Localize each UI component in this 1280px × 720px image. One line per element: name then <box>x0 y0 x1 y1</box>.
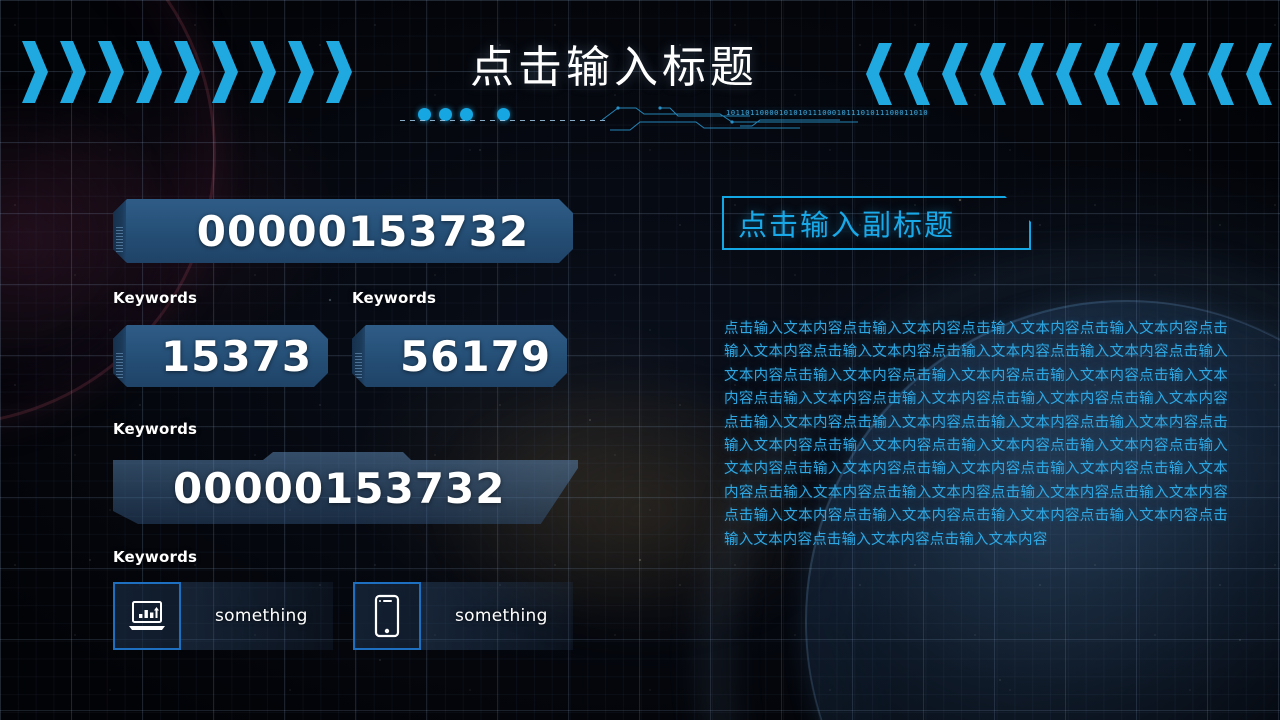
stat-box-wide[interactable]: 00000153732 <box>113 452 578 524</box>
chevron-left-icon <box>904 43 930 105</box>
slide-canvas: 点击输入标题 101101100001010101110001011101011… <box>0 0 1280 720</box>
chevron-right-icon <box>212 41 238 103</box>
subtitle-box[interactable]: 点击输入副标题 <box>722 196 1031 250</box>
stat-box-2[interactable]: 56179 <box>352 325 567 387</box>
smartphone-icon-box <box>353 582 421 650</box>
chevron-left-icon <box>1208 43 1234 105</box>
chevron-right-icon <box>326 41 352 103</box>
chevron-group-right <box>866 43 1280 105</box>
chevron-right-icon <box>98 41 124 103</box>
body-paragraph: 点击输入文本内容点击输入文本内容点击输入文本内容点击输入文本内容点击输入文本内容… <box>724 321 1228 548</box>
stat-box-primary[interactable]: 00000153732 <box>113 199 573 263</box>
binary-strip: 1011011000010101011100010111010111000110… <box>726 109 929 117</box>
stat-label-2: Keywords <box>352 289 437 307</box>
chevron-left-icon <box>866 43 892 105</box>
deco-dashed-line <box>400 120 605 121</box>
subtitle-inner: 点击输入副标题 <box>724 198 1029 248</box>
chevron-group-left <box>22 41 364 103</box>
chevron-right-icon <box>60 41 86 103</box>
chevron-left-icon <box>1094 43 1120 105</box>
chevron-left-icon <box>980 43 1006 105</box>
icon-item-label: something <box>215 606 308 626</box>
smartphone-icon <box>374 594 400 638</box>
page-title: 点击输入标题 <box>470 42 758 93</box>
stat-value-1: 15373 <box>160 331 313 381</box>
subtitle-text: 点击输入副标题 <box>738 208 956 242</box>
box-ribs <box>355 353 362 379</box>
stat-label-wide: Keywords <box>113 420 198 438</box>
chevron-left-icon <box>942 43 968 105</box>
chevron-right-icon <box>288 41 314 103</box>
chevron-right-icon <box>136 41 162 103</box>
laptop-chart-icon <box>129 601 165 630</box>
icon-item-label: something <box>455 606 548 626</box>
stat-label-icons: Keywords <box>113 548 198 566</box>
stat-value-primary: 00000153732 <box>196 206 530 256</box>
icon-item-phone[interactable]: something <box>353 582 573 650</box>
stat-value-2: 56179 <box>399 331 552 381</box>
chevron-left-icon <box>1246 43 1272 105</box>
box-ribs <box>116 353 123 379</box>
stat-label-1: Keywords <box>113 289 198 307</box>
chevron-right-icon <box>22 41 48 103</box>
chevron-left-icon <box>1132 43 1158 105</box>
icon-item-laptop[interactable]: something <box>113 582 333 650</box>
stat-box-1[interactable]: 15373 <box>113 325 328 387</box>
box-ribs <box>116 227 123 253</box>
stat-value-wide: 00000153732 <box>173 463 506 513</box>
chevron-right-icon <box>250 41 276 103</box>
chevron-left-icon <box>1018 43 1044 105</box>
laptop-chart-icon-box <box>113 582 181 650</box>
chevron-right-icon <box>174 41 200 103</box>
chevron-left-icon <box>1056 43 1082 105</box>
chevron-left-icon <box>1170 43 1196 105</box>
